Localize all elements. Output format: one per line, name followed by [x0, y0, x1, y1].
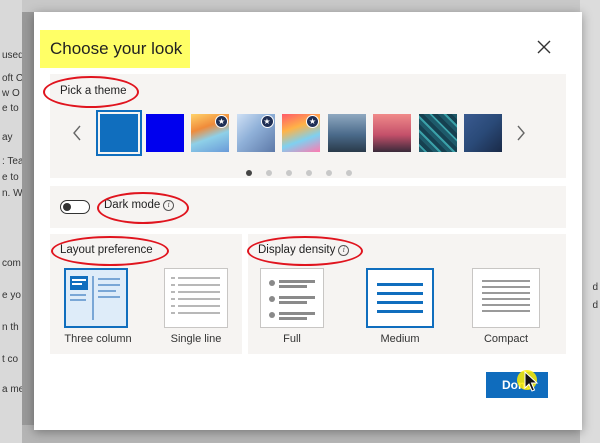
dark-mode-row: Dark mode i — [104, 199, 175, 211]
theme-swatch[interactable]: ★ — [282, 114, 320, 152]
pick-theme-label: Pick a theme — [60, 85, 127, 97]
layout-option-three-column[interactable]: Three column — [50, 264, 146, 354]
dialog-title: Choose your look — [50, 39, 183, 58]
dark-mode-label: Dark mode — [104, 199, 161, 211]
app-toolbar-background — [22, 0, 580, 12]
theme-swatch[interactable]: ★ — [191, 114, 229, 152]
theme-page-dot[interactable] — [326, 170, 332, 176]
background-text-fragment: e to — [2, 172, 19, 183]
background-text-fragment: e yo — [2, 290, 21, 301]
premium-star-icon: ★ — [215, 115, 228, 128]
medium-density-thumbnail — [366, 268, 434, 328]
theme-next-button[interactable] — [512, 121, 530, 145]
display-density-label: Display density — [258, 244, 336, 256]
background-text-fragment: t co — [2, 354, 19, 365]
three-column-layout-icon — [70, 276, 120, 320]
close-button[interactable] — [533, 36, 555, 58]
toggle-knob — [63, 203, 71, 211]
density-option-medium[interactable]: Medium — [354, 264, 460, 354]
medium-density-icon — [377, 283, 423, 313]
theme-prev-button[interactable] — [68, 121, 86, 145]
full-density-icon — [269, 280, 315, 320]
background-text-fragment: n. W — [2, 188, 22, 199]
info-icon[interactable]: i — [338, 245, 350, 256]
layout-option-single-line[interactable]: Single line — [150, 264, 242, 354]
premium-star-icon: ★ — [260, 115, 274, 128]
theme-swatch[interactable] — [96, 110, 142, 156]
theme-swatch[interactable] — [145, 114, 184, 152]
theme-page-dot[interactable] — [346, 170, 352, 176]
background-text-fragment: ay — [2, 132, 13, 143]
compact-label: Compact — [483, 333, 529, 345]
layout-preference-panel: Layout preference Three column Single li… — [50, 234, 242, 354]
full-label: Full — [283, 333, 301, 345]
mouse-cursor-icon — [517, 370, 539, 392]
single-line-layout-icon — [171, 277, 220, 314]
compact-density-icon — [482, 280, 530, 312]
app-message-list-background: used oft C w O e to ay : Tea e to n. W c… — [0, 0, 22, 443]
background-text-fragment: a me — [2, 384, 22, 395]
info-icon[interactable]: i — [163, 200, 175, 211]
theme-swatch[interactable]: ★ — [236, 114, 275, 152]
theme-page-dot[interactable] — [246, 170, 252, 176]
density-option-compact[interactable]: Compact — [460, 264, 566, 354]
background-text-fragment: com — [2, 258, 21, 269]
chevron-left-icon — [73, 125, 81, 141]
display-density-row: Display density i — [258, 244, 350, 256]
background-text-fragment: d — [592, 300, 598, 311]
density-option-full[interactable]: Full — [248, 264, 354, 354]
choose-your-look-dialog: Choose your look Pick a theme ★ ★ ★ Dark m… — [34, 12, 582, 430]
theme-panel: Pick a theme ★ ★ ★ — [50, 74, 566, 178]
full-density-thumbnail — [260, 268, 324, 328]
background-text-fragment: n th — [2, 322, 19, 333]
dark-mode-toggle[interactable] — [60, 200, 90, 214]
premium-star-icon: ★ — [306, 115, 319, 128]
close-icon — [537, 40, 551, 54]
single-line-label: Single line — [170, 333, 222, 345]
display-density-panel: Display density i Full Medium Compact — [248, 234, 566, 354]
three-column-label: Three column — [64, 333, 132, 345]
theme-swatch[interactable] — [327, 114, 366, 152]
background-text-fragment: e to — [2, 103, 19, 114]
three-column-thumbnail — [64, 268, 128, 328]
layout-preference-label: Layout preference — [60, 244, 153, 256]
app-reading-pane-background: d d — [580, 0, 600, 443]
background-text-fragment: w O — [2, 88, 20, 99]
theme-swatch[interactable] — [373, 114, 411, 152]
theme-page-dot[interactable] — [306, 170, 312, 176]
background-text-fragment: oft C — [2, 73, 22, 84]
theme-page-dot[interactable] — [286, 170, 292, 176]
theme-swatch[interactable] — [418, 114, 457, 152]
theme-swatch[interactable] — [464, 114, 502, 152]
chevron-right-icon — [517, 125, 525, 141]
theme-page-dot[interactable] — [266, 170, 272, 176]
single-line-thumbnail — [164, 268, 228, 328]
background-text-fragment: : Tea — [2, 156, 22, 167]
dark-mode-panel: Dark mode i — [50, 186, 566, 228]
compact-density-thumbnail — [472, 268, 540, 328]
background-text-fragment: used — [2, 50, 22, 61]
background-text-fragment: d — [592, 282, 598, 293]
medium-label: Medium — [380, 333, 420, 345]
